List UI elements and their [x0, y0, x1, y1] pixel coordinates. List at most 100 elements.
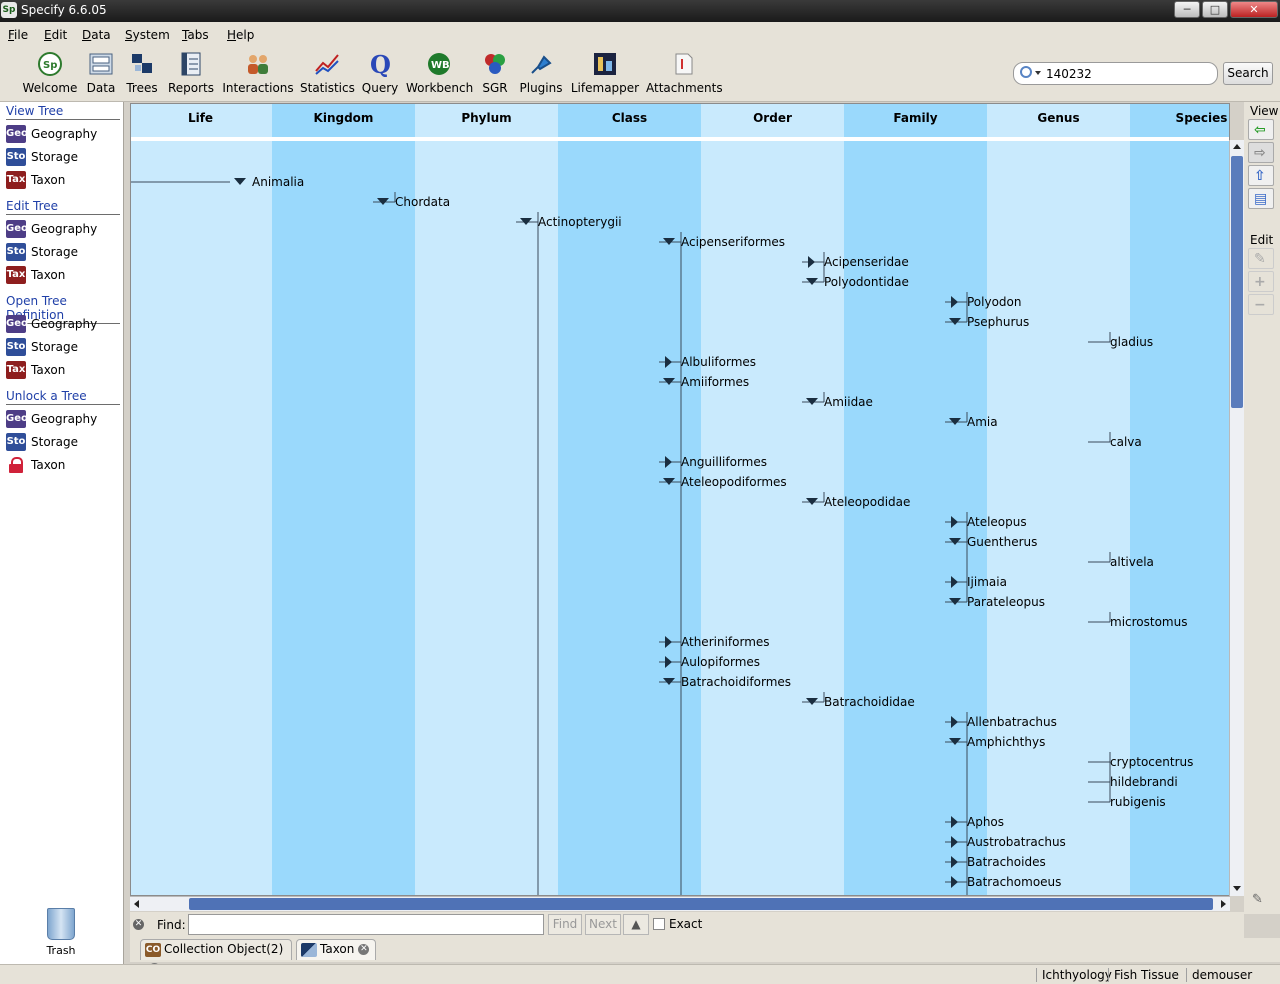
tree-node[interactable]: Albuliformes [681, 355, 756, 369]
menu-file[interactable]: File [8, 28, 28, 42]
expand-node-icon[interactable] [951, 876, 958, 888]
collapse-node-icon[interactable] [949, 318, 961, 325]
close-tab-icon[interactable]: ✕ [358, 944, 370, 955]
close-button[interactable]: ✕ [1230, 1, 1278, 18]
exact-checkbox[interactable] [653, 918, 665, 930]
expand-node-icon[interactable] [951, 716, 958, 728]
collapse-node-icon[interactable] [949, 598, 961, 605]
toolbar-workbench[interactable]: WB Workbench [406, 51, 473, 99]
search-dropdown-icon[interactable] [1035, 71, 1041, 75]
toolbar-reports[interactable]: Reports [166, 51, 216, 99]
tree-node[interactable]: Batrachoididae [824, 695, 915, 709]
collapse-node-icon[interactable] [663, 378, 675, 385]
section-unlock-tree[interactable]: Unlock a Tree [6, 389, 120, 405]
unlock-taxon[interactable]: Taxon [6, 456, 65, 476]
find-button[interactable]: Find [548, 914, 582, 935]
add-node-button[interactable]: + [1248, 271, 1274, 292]
scroll-up-arrow-icon[interactable] [1230, 140, 1244, 154]
horizontal-scroll-thumb[interactable] [189, 898, 1213, 910]
tree-viewer[interactable]: Animalia Chordata Actinopterygii Acipenseri… [130, 103, 1230, 896]
expand-node-icon[interactable] [951, 816, 958, 828]
tree-node[interactable]: Aulopiformes [681, 655, 760, 669]
view-tree-taxon[interactable]: Tax Taxon [6, 171, 65, 191]
search-button[interactable]: Search [1223, 62, 1273, 85]
collapse-node-icon[interactable] [520, 218, 532, 225]
menu-edit[interactable]: Edit [44, 28, 67, 42]
toolbar-data[interactable]: Data [84, 51, 118, 99]
tree-node[interactable]: hildebrandi [1110, 775, 1178, 789]
tree-node[interactable]: Batrachomoeus [967, 875, 1061, 889]
toolbar-plugins[interactable]: Plugins [518, 51, 564, 99]
tree-node[interactable]: Guentherus [967, 535, 1037, 549]
collapse-node-icon[interactable] [806, 398, 818, 405]
collapse-node-icon[interactable] [234, 178, 246, 185]
treedef-storage[interactable]: Sto Storage [6, 338, 78, 358]
tab-collection-object[interactable]: COCollection Object(2)✕ [140, 939, 292, 974]
tree-node[interactable]: altivela [1110, 555, 1154, 569]
collapse-node-icon[interactable] [806, 278, 818, 285]
toolbar-attachments[interactable]: Attachments [646, 51, 723, 99]
expand-node-icon[interactable] [665, 636, 672, 648]
find-input[interactable] [188, 914, 544, 935]
tree-node[interactable]: Batrachoides [967, 855, 1046, 869]
tree-node[interactable]: Acipenseridae [824, 255, 909, 269]
unlock-storage[interactable]: Sto Storage [6, 433, 78, 453]
collapse-node-icon[interactable] [806, 498, 818, 505]
collapse-node-icon[interactable] [663, 678, 675, 685]
view-tree-storage[interactable]: Sto Storage [6, 148, 78, 168]
split-view-button[interactable]: ▤ [1248, 188, 1274, 209]
section-edit-tree[interactable]: Edit Tree [6, 199, 120, 215]
tree-node[interactable]: Amiidae [824, 395, 873, 409]
unlock-geography[interactable]: Geo Geography [6, 410, 97, 430]
menu-help[interactable]: Help [227, 28, 254, 42]
forward-arrow-button[interactable]: ⇨ [1248, 142, 1274, 163]
tab-taxon[interactable]: Taxon ✕ [296, 939, 376, 960]
menu-data[interactable]: Data [82, 28, 111, 42]
maximize-button[interactable]: □ [1202, 1, 1228, 18]
close-find-icon[interactable]: ✕ [133, 919, 144, 930]
expand-node-icon[interactable] [951, 856, 958, 868]
expand-node-icon[interactable] [665, 356, 672, 368]
tree-node[interactable]: gladius [1110, 335, 1153, 349]
expand-node-icon[interactable] [665, 456, 672, 468]
toolbar-interactions[interactable]: Interactions [222, 51, 294, 99]
toolbar-lifemapper[interactable]: Lifemapper [570, 51, 640, 99]
scroll-right-arrow-icon[interactable] [1216, 897, 1230, 911]
tree-node[interactable]: Chordata [395, 195, 450, 209]
toolbar-query[interactable]: Q Query [360, 50, 400, 99]
tree-node[interactable]: Atheriniformes [681, 635, 770, 649]
collapse-node-icon[interactable] [949, 538, 961, 545]
tree-node[interactable]: calva [1110, 435, 1142, 449]
tree-node[interactable]: rubigenis [1110, 795, 1166, 809]
treedef-taxon[interactable]: Tax Taxon [6, 361, 65, 381]
toolbar-statistics[interactable]: Statistics [300, 51, 355, 99]
edit-tree-taxon[interactable]: Tax Taxon [6, 266, 65, 286]
section-view-tree[interactable]: View Tree [6, 104, 120, 120]
tree-node[interactable]: Acipenseriformes [681, 235, 785, 249]
scroll-down-arrow-icon[interactable] [1230, 882, 1244, 896]
tree-node[interactable]: Ateleopus [967, 515, 1027, 529]
expand-node-icon[interactable] [951, 836, 958, 848]
minimize-button[interactable]: ─ [1174, 1, 1200, 18]
tree-node[interactable]: Amiiformes [681, 375, 749, 389]
tree-node[interactable]: Ateleopodiformes [681, 475, 787, 489]
tree-node[interactable]: Ijimaia [967, 575, 1007, 589]
menu-tabs[interactable]: Tabs [182, 28, 209, 42]
edit-node-button[interactable]: ✎ [1248, 248, 1274, 269]
broom-icon[interactable]: ✎ [1252, 892, 1270, 908]
expand-node-icon[interactable] [951, 296, 958, 308]
find-options-icon[interactable]: ▲ [623, 914, 649, 935]
tree-node[interactable]: Parateleopus [967, 595, 1045, 609]
delete-node-button[interactable]: − [1248, 294, 1274, 315]
tree-node[interactable]: microstomus [1110, 615, 1187, 629]
collapse-node-icon[interactable] [949, 738, 961, 745]
collapse-node-icon[interactable] [806, 698, 818, 705]
expand-node-icon[interactable] [808, 256, 815, 268]
expand-node-icon[interactable] [665, 656, 672, 668]
collapse-node-icon[interactable] [377, 198, 389, 205]
tree-node[interactable]: cryptocentrus [1110, 755, 1193, 769]
search-input[interactable]: 140232 [1013, 62, 1218, 85]
tree-node[interactable]: Allenbatrachus [967, 715, 1057, 729]
edit-tree-storage[interactable]: Sto Storage [6, 243, 78, 263]
collapse-node-icon[interactable] [949, 418, 961, 425]
